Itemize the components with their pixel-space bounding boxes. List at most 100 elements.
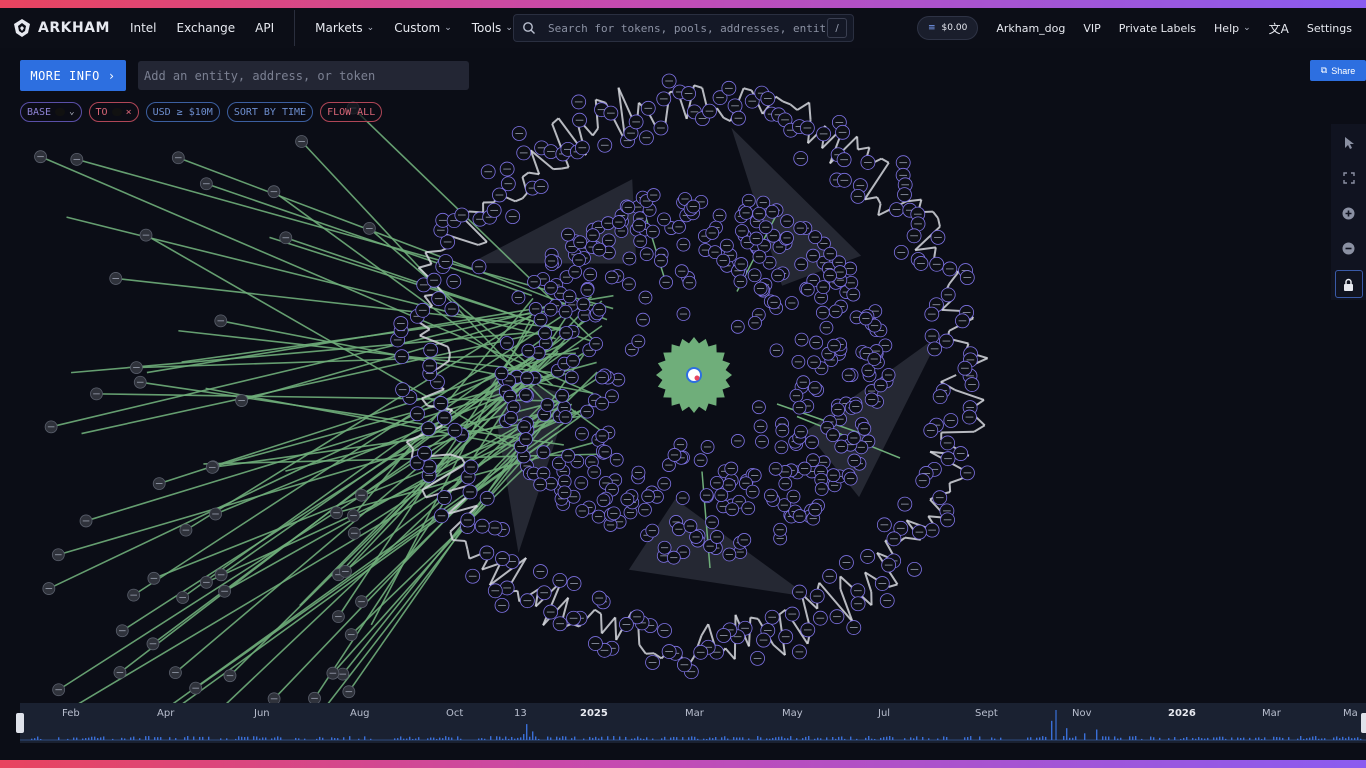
timeline-bar [994, 738, 996, 740]
filter-flow[interactable]: FLOW ALL [320, 102, 383, 122]
timeline-bar [1255, 737, 1257, 740]
zoom-in-icon[interactable] [1336, 200, 1362, 226]
transfer-edge [750, 616, 759, 620]
nav-divider [294, 10, 296, 46]
timeline-bar [409, 736, 411, 740]
timeline-bar [1273, 736, 1275, 740]
timeline-bar [778, 736, 780, 740]
timeline-bar [640, 738, 642, 740]
timeline-bar [169, 737, 171, 740]
transfer-edge [595, 98, 606, 104]
graph-node[interactable] [267, 692, 281, 703]
timeline-bar [499, 736, 501, 740]
timeline-bar [856, 738, 858, 740]
timeline-label: Sept [975, 708, 998, 719]
timeline-bar [727, 738, 729, 740]
nav-intel[interactable]: Intel [130, 21, 157, 35]
timeline-bar [1195, 738, 1197, 740]
language-icon[interactable]: 文A [1269, 20, 1289, 37]
timeline-bar [916, 736, 918, 740]
nav-api[interactable]: API [255, 21, 274, 35]
balance-pill[interactable]: ≡ $0.00 [917, 16, 979, 40]
more-info-button[interactable]: MORE INFO › [20, 60, 126, 91]
timeline-label: Mar [685, 708, 704, 719]
settings-link[interactable]: Settings [1307, 22, 1352, 35]
transfer-edge [796, 101, 810, 111]
transfer-edge [932, 211, 939, 219]
transfer-edge [421, 489, 427, 498]
timeline-bar [871, 738, 873, 740]
timeline-bar [1201, 738, 1203, 740]
transfer-edge [425, 249, 442, 254]
timeline-bar [322, 737, 324, 740]
timeline-bar [1186, 737, 1188, 740]
timeline-end-handle[interactable] [1361, 713, 1366, 733]
nav-custom-label: Custom [394, 21, 441, 35]
share-icon: ⧉ [1320, 65, 1328, 75]
search-input[interactable] [546, 20, 827, 36]
timeline-bar [910, 737, 912, 740]
timeline-bar [439, 737, 441, 740]
nav-exchange[interactable]: Exchange [177, 21, 236, 35]
help-menu[interactable]: Help ⌄ [1214, 22, 1251, 35]
arkham-logo[interactable]: ARKHAM [12, 18, 110, 38]
share-button[interactable]: ⧉ Share [1310, 60, 1366, 81]
timeline-bar [841, 736, 843, 740]
transfer-edge [948, 482, 952, 493]
transfer-edge [949, 478, 962, 484]
timeline-bar [76, 737, 78, 740]
timeline-start-handle[interactable] [16, 713, 24, 733]
timeline-bar [1333, 737, 1335, 740]
timeline-bar [490, 736, 492, 740]
vip-link[interactable]: VIP [1083, 22, 1100, 35]
filter-sort[interactable]: SORT BY TIME [226, 102, 314, 122]
timeline-bar [565, 736, 567, 740]
transfer-edge [857, 146, 870, 151]
timeline-bar [145, 736, 147, 740]
timeline-bar [1063, 736, 1065, 740]
nav-custom[interactable]: Custom ⌄ [394, 21, 452, 35]
entity-graph-canvas[interactable] [0, 48, 1366, 703]
transfer-edge [528, 171, 540, 176]
timeline-bar [1042, 736, 1044, 740]
close-icon[interactable]: × [126, 107, 132, 118]
timeline-bar [787, 738, 789, 740]
timeline-bar [1120, 737, 1122, 740]
timeline-bar [904, 738, 906, 740]
add-entity-input[interactable] [138, 61, 469, 90]
timeline-bar [1114, 736, 1116, 740]
zoom-out-icon[interactable] [1336, 235, 1362, 261]
private-labels-link[interactable]: Private Labels [1119, 22, 1196, 35]
entity-logo-icon[interactable] [686, 367, 702, 383]
timeline-bar [280, 737, 282, 740]
timeline-bar [631, 738, 633, 740]
transfer-edge [452, 539, 466, 543]
timeline-bar [1279, 737, 1281, 740]
pointer-icon[interactable] [1336, 130, 1362, 156]
timeline-scrubber[interactable]: Feb Apr Jun Aug Oct 13 2025 Mar May Jul Sept Nov 202… [16, 703, 1366, 743]
transfer-edge [723, 116, 731, 123]
timeline-bar [526, 724, 528, 740]
timeline-bar [670, 737, 672, 740]
transfer-edge [941, 430, 975, 434]
timeline-bar [505, 736, 507, 740]
fit-screen-icon[interactable] [1336, 165, 1362, 191]
transfer-edge [477, 241, 488, 246]
filter-usd[interactable]: USD ≥ $10M [145, 102, 220, 122]
transfer-edge [516, 590, 521, 602]
central-entity-node[interactable] [656, 337, 732, 413]
global-search[interactable]: / [513, 14, 854, 42]
timeline-bar [436, 738, 438, 740]
transfer-edge [856, 136, 859, 150]
filter-to[interactable]: TO × [88, 102, 139, 122]
filter-base[interactable]: BASE ⌄ [20, 102, 82, 122]
transfer-edge [638, 644, 647, 655]
timeline-bar [337, 738, 339, 740]
timeline-bar [319, 736, 321, 740]
nav-tools[interactable]: Tools ⌄ [472, 21, 513, 35]
lock-icon[interactable] [1334, 270, 1363, 298]
transfer-edge [561, 166, 569, 170]
user-menu[interactable]: Arkham_dog [996, 22, 1065, 35]
nav-markets[interactable]: Markets ⌄ [315, 21, 374, 35]
graph-node[interactable] [308, 691, 321, 703]
